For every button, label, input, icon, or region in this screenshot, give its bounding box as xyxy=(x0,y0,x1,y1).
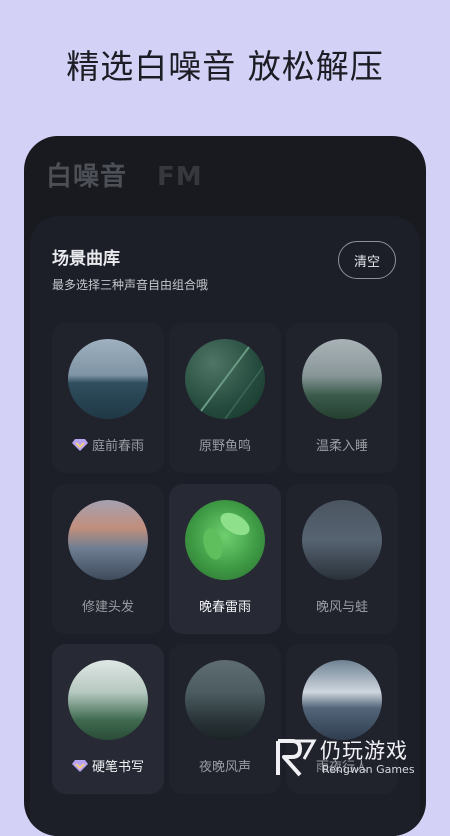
app-screen: 白噪音 FM 场景曲库 最多选择三种声音自由组合哦 清空 庭前春雨 原野鱼鸣 温… xyxy=(24,136,426,836)
sound-label-row: 修建头发 xyxy=(52,596,164,615)
brand-logo-icon xyxy=(276,739,317,777)
sound-label-row: 晚春雷雨 xyxy=(169,596,281,615)
vip-diamond-icon xyxy=(71,759,88,772)
sound-label: 硬笔书写 xyxy=(91,760,144,775)
clear-button[interactable]: 清空 xyxy=(338,241,396,279)
scene-thumbnail xyxy=(185,660,265,740)
sound-card[interactable]: 夜晚风声 xyxy=(169,644,281,794)
sound-label-row: 夜晚风声 xyxy=(169,756,281,775)
sound-card[interactable]: 原野鱼鸣 xyxy=(169,323,281,473)
sound-card[interactable]: 修建头发 xyxy=(52,484,164,634)
sound-card[interactable]: 温柔入睡 xyxy=(286,323,398,473)
leaf-thumbnail-art xyxy=(194,339,265,419)
tab-fm[interactable]: FM xyxy=(157,162,203,192)
scene-thumbnail xyxy=(185,500,265,580)
watermark: 仍玩游戏 Rengwan Games xyxy=(274,733,444,783)
sound-label: 温柔入睡 xyxy=(315,439,368,454)
sound-label-row: 晚风与蛙 xyxy=(286,596,398,615)
watermark-brand-en: Rengwan Games xyxy=(322,763,415,776)
scene-thumbnail xyxy=(302,660,382,740)
tab-white-noise[interactable]: 白噪音 xyxy=(46,156,127,193)
headline: 精选白噪音 放松解压 xyxy=(66,47,384,86)
leaf-thumbnail-art xyxy=(203,512,250,560)
sound-label-row: 原野鱼鸣 xyxy=(169,435,281,454)
sound-card[interactable]: 晚风与蛙 xyxy=(286,484,398,634)
sound-card-selected[interactable]: 硬笔书写 xyxy=(52,644,164,794)
scene-thumbnail xyxy=(302,339,382,419)
sound-label: 修建头发 xyxy=(81,600,134,615)
sound-label-row: 硬笔书写 xyxy=(52,756,164,775)
scene-thumbnail xyxy=(302,500,382,580)
scene-thumbnail xyxy=(68,339,148,419)
scene-thumbnail xyxy=(68,660,148,740)
sound-label-row: 温柔入睡 xyxy=(286,435,398,454)
sound-label: 庭前春雨 xyxy=(91,439,144,454)
sound-label: 晚春雷雨 xyxy=(198,600,251,615)
watermark-brand-cn: 仍玩游戏 xyxy=(320,739,408,763)
sound-label-row: 庭前春雨 xyxy=(52,435,164,454)
sound-card[interactable]: 庭前春雨 xyxy=(52,323,164,473)
library-title: 场景曲库 xyxy=(52,249,120,269)
scene-thumbnail xyxy=(68,500,148,580)
library-subtitle: 最多选择三种声音自由组合哦 xyxy=(52,278,209,292)
tab-bar: 白噪音 FM xyxy=(46,156,203,193)
sound-label: 晚风与蛙 xyxy=(315,600,368,615)
vip-diamond-icon xyxy=(71,438,88,451)
sound-label: 夜晚风声 xyxy=(198,760,251,775)
sound-card-selected[interactable]: 晚春雷雨 xyxy=(169,484,281,634)
scene-thumbnail xyxy=(185,339,265,419)
sound-label: 原野鱼鸣 xyxy=(198,439,251,454)
